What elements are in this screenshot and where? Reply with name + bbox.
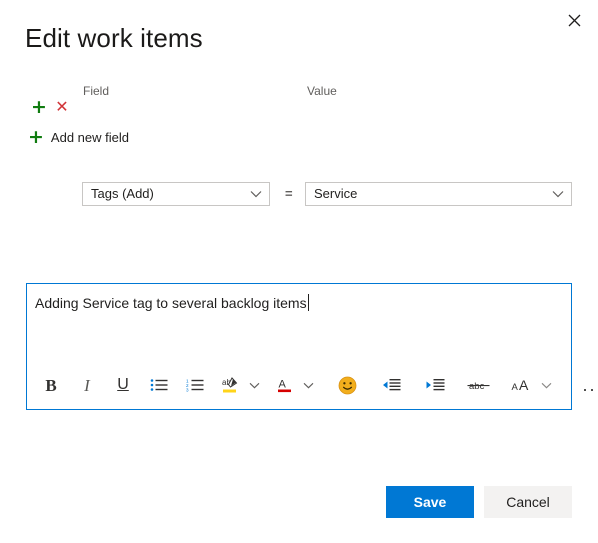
bulleted-list-button[interactable] xyxy=(145,370,173,400)
font-size-chevron-button[interactable] xyxy=(537,370,555,400)
font-color-icon: A xyxy=(271,376,299,394)
emoji-smiley-icon xyxy=(333,376,361,395)
svg-text:abc: abc xyxy=(469,381,485,392)
highlight-chevron-button[interactable] xyxy=(245,370,263,400)
chevron-down-icon xyxy=(551,187,565,201)
chevron-down-icon xyxy=(537,382,555,389)
ellipsis-icon: ... xyxy=(582,375,598,395)
chevron-down-icon xyxy=(299,382,317,389)
close-dialog-button[interactable] xyxy=(558,4,590,36)
comment-text: Adding Service tag to several backlog it… xyxy=(35,295,307,311)
bulleted-list-icon xyxy=(145,378,173,392)
page-title: Edit work items xyxy=(25,23,203,53)
field-column-label: Field xyxy=(83,84,110,98)
remove-row-button[interactable]: ✕ xyxy=(53,98,71,116)
chevron-down-icon xyxy=(249,187,263,201)
svg-text:A: A xyxy=(279,379,287,391)
strikethrough-icon: abc xyxy=(465,378,493,392)
decrease-indent-icon xyxy=(377,378,405,392)
font-size-button[interactable]: A A xyxy=(509,370,537,400)
svg-text:3: 3 xyxy=(186,387,189,392)
increase-indent-button[interactable] xyxy=(421,370,449,400)
highlight-icon: aby xyxy=(217,375,245,395)
save-button[interactable]: Save xyxy=(386,486,474,518)
field-dropdown[interactable]: Tags (Add) xyxy=(82,182,270,206)
value-dropdown-value: Service xyxy=(314,186,358,201)
italic-icon: I xyxy=(84,375,90,395)
remove-x-icon: ✕ xyxy=(55,97,69,116)
numbered-list-icon: 1 2 3 xyxy=(181,378,209,392)
emoji-button[interactable] xyxy=(333,370,361,400)
underline-icon: U xyxy=(117,376,129,393)
add-new-field-button[interactable]: + Add new field xyxy=(28,128,129,147)
more-options-button[interactable]: ... xyxy=(579,370,598,400)
cancel-button[interactable]: Cancel xyxy=(484,486,572,518)
increase-indent-icon xyxy=(421,378,449,392)
filter-row: Field Value + ✕ Tags (Add) = Service xyxy=(0,84,598,206)
value-column-label: Value xyxy=(307,84,337,98)
add-row-button[interactable]: + xyxy=(30,95,48,118)
add-new-field-label: Add new field xyxy=(50,129,129,145)
close-icon xyxy=(568,14,581,27)
comment-input[interactable]: Adding Service tag to several backlog it… xyxy=(35,293,563,313)
chevron-down-icon xyxy=(245,382,263,389)
decrease-indent-button[interactable] xyxy=(377,370,405,400)
font-color-chevron-button[interactable] xyxy=(299,370,317,400)
plus-icon: + xyxy=(28,126,44,148)
dialog-footer: Save Cancel xyxy=(0,486,598,518)
highlight-button[interactable]: aby xyxy=(217,370,245,400)
value-dropdown[interactable]: Service xyxy=(305,182,572,206)
row-action-buttons: + ✕ xyxy=(30,95,71,118)
strikethrough-button[interactable]: abc xyxy=(465,370,493,400)
svg-text:A: A xyxy=(512,382,519,393)
font-size-icon: A A xyxy=(509,377,537,393)
bold-icon: B xyxy=(45,375,57,395)
plus-icon: + xyxy=(31,95,47,118)
field-dropdown-value: Tags (Add) xyxy=(91,186,154,201)
formatting-toolbar: B I U 1 2 3 aby A abc A A .. xyxy=(27,361,598,409)
numbered-list-button[interactable]: 1 2 3 xyxy=(181,370,209,400)
font-color-button[interactable]: A xyxy=(271,370,299,400)
svg-text:A: A xyxy=(519,377,529,393)
text-caret xyxy=(307,294,309,311)
underline-button[interactable]: U xyxy=(109,370,137,400)
bold-button[interactable]: B xyxy=(37,370,65,400)
operator-label: = xyxy=(285,186,293,201)
italic-button[interactable]: I xyxy=(73,370,101,400)
comment-editor[interactable]: Adding Service tag to several backlog it… xyxy=(26,283,598,410)
